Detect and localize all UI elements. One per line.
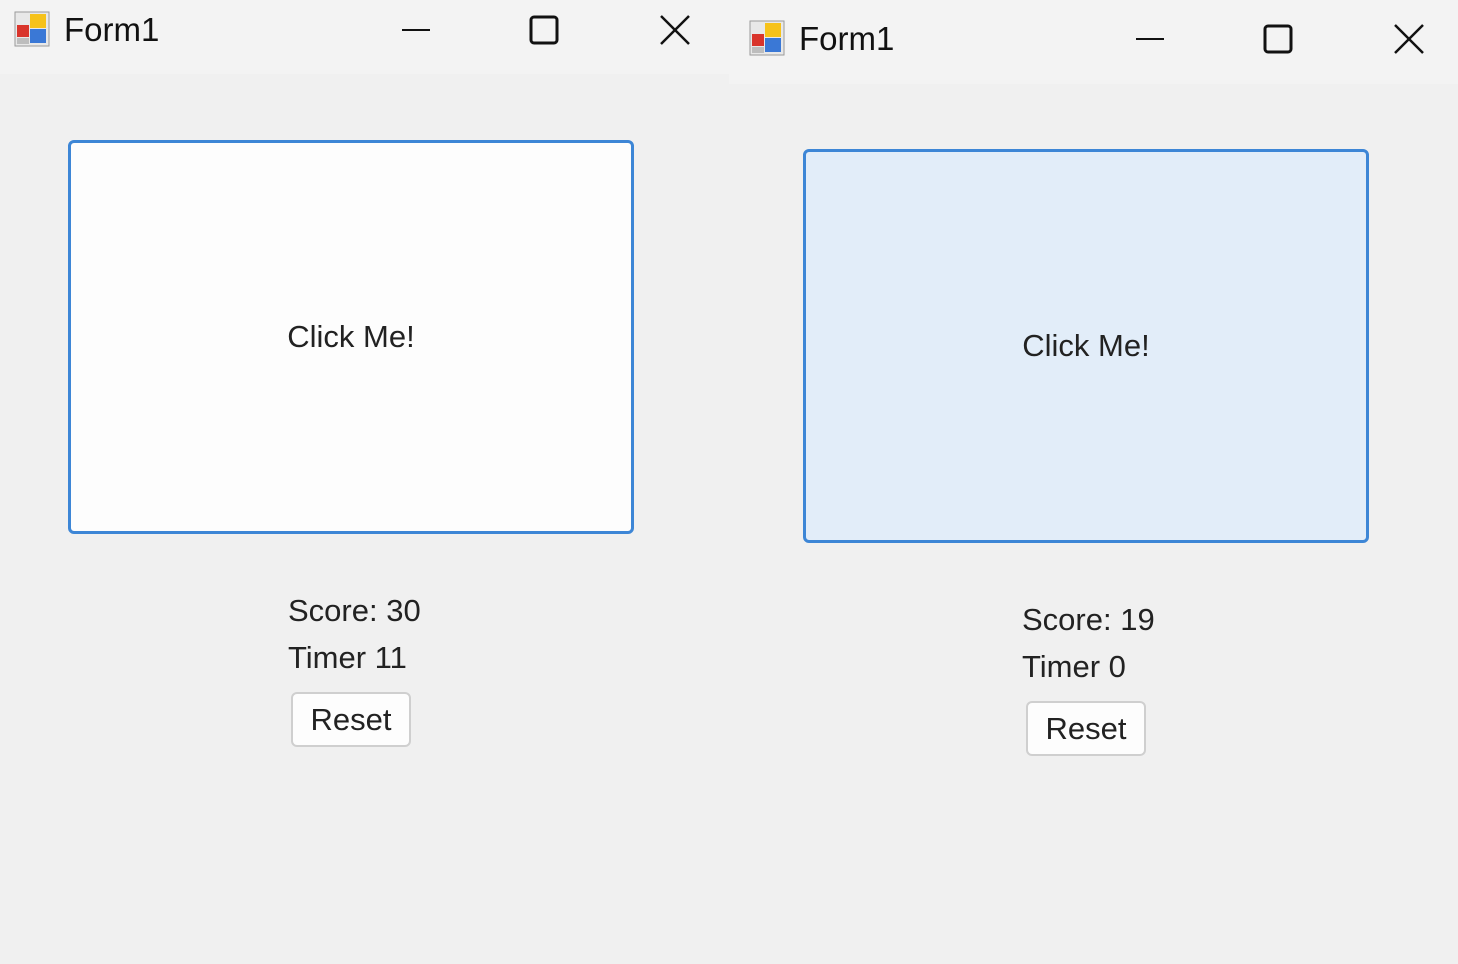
minimize-button[interactable] xyxy=(386,8,446,52)
click-me-button[interactable]: Click Me! xyxy=(803,149,1369,543)
title-bar[interactable]: Form1 xyxy=(729,0,1458,84)
maximize-icon xyxy=(1263,24,1293,54)
maximize-button[interactable] xyxy=(514,8,574,52)
form1-window-right: Form1 Click Me! Score: 19 Timer 0 Reset xyxy=(729,0,1458,964)
click-me-button[interactable]: Click Me! xyxy=(68,140,634,534)
form1-window-left: Form1 Click Me! Score: 30 Timer 11 Reset xyxy=(0,0,729,964)
title-bar[interactable]: Form1 xyxy=(0,0,729,74)
window-title: Form1 xyxy=(799,20,895,57)
window-title: Form1 xyxy=(64,11,160,48)
timer-label: Timer 0 xyxy=(1022,649,1126,684)
app-icon xyxy=(749,20,785,56)
maximize-button[interactable] xyxy=(1248,17,1308,61)
minimize-icon xyxy=(402,29,430,31)
close-button[interactable] xyxy=(645,8,705,52)
score-label: Score: 30 xyxy=(288,593,421,628)
close-icon xyxy=(660,15,690,45)
close-icon xyxy=(1394,24,1424,54)
close-button[interactable] xyxy=(1379,17,1439,61)
maximize-icon xyxy=(529,15,559,45)
score-label: Score: 19 xyxy=(1022,602,1155,637)
minimize-icon xyxy=(1136,38,1164,40)
reset-button[interactable]: Reset xyxy=(291,692,411,747)
reset-button[interactable]: Reset xyxy=(1026,701,1146,756)
minimize-button[interactable] xyxy=(1120,17,1180,61)
timer-label: Timer 11 xyxy=(288,640,407,675)
app-icon xyxy=(14,11,50,47)
